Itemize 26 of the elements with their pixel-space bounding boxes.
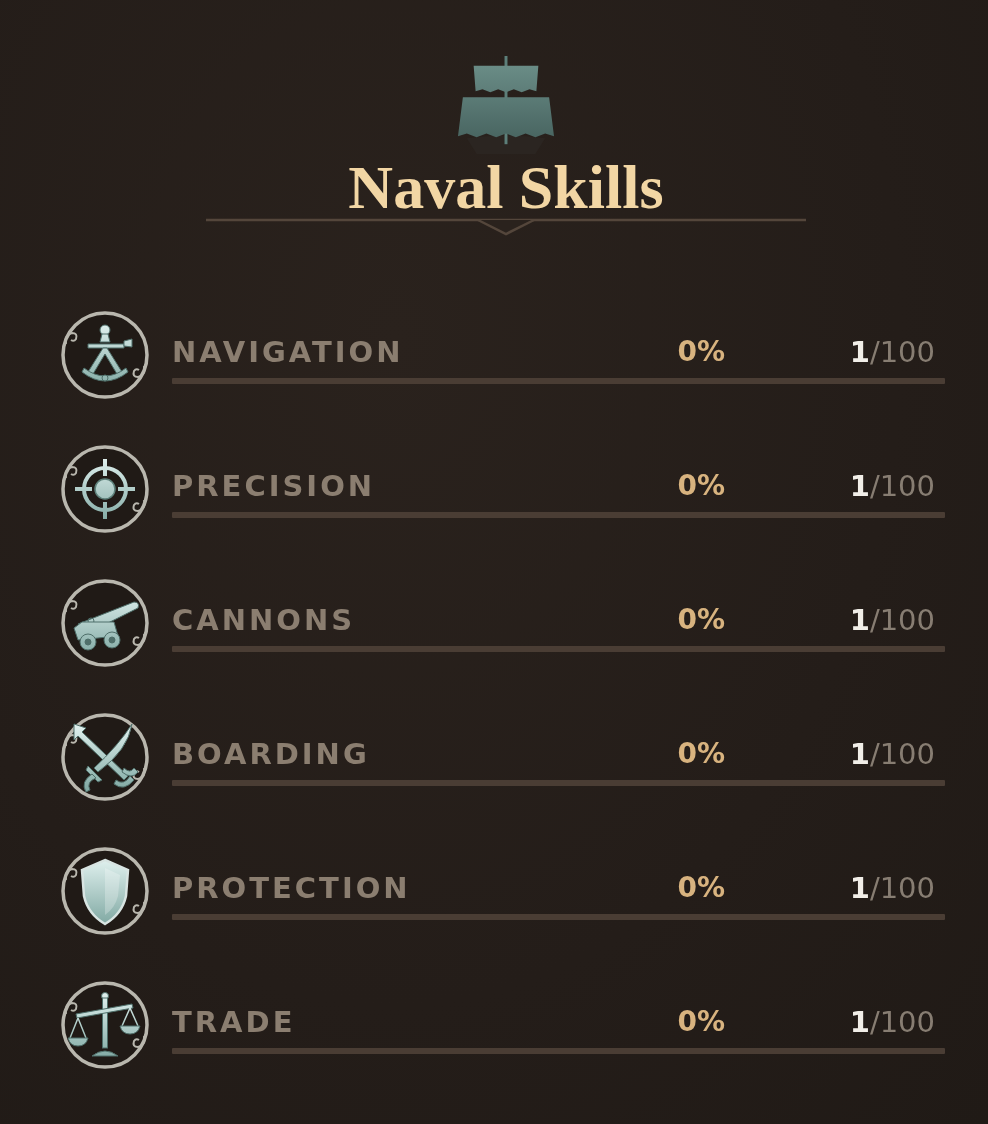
skill-level: 1/100 [849,737,935,771]
skill-name: PRECISION [172,468,376,504]
skill-name: TRADE [172,1004,296,1040]
skill-percent: 0% [677,469,725,502]
skill-level: 1/100 [849,871,935,905]
skill-percent: 0% [677,335,725,368]
panel-title: Naval Skills [348,154,664,220]
skill-name: NAVIGATION [172,334,404,370]
cannon-icon [58,576,152,670]
skill-level: 1/100 [849,469,935,503]
skill-level: 1/100 [849,1005,935,1039]
crosshair-icon [58,442,152,536]
skill-percent: 0% [677,603,725,636]
shield-icon [58,844,152,938]
skill-percent: 0% [677,871,725,904]
skill-percent: 0% [677,1005,725,1038]
ship-icon [457,56,555,154]
skill-name: PROTECTION [172,870,411,906]
scales-icon [58,978,152,1072]
skill-percent: 0% [677,737,725,770]
skill-name: BOARDING [172,736,370,772]
skill-name: CANNONS [172,602,356,638]
skill-level: 1/100 [849,603,935,637]
skill-level: 1/100 [849,335,935,369]
crossed-weapons-icon [58,710,152,804]
sextant-icon [58,308,152,402]
